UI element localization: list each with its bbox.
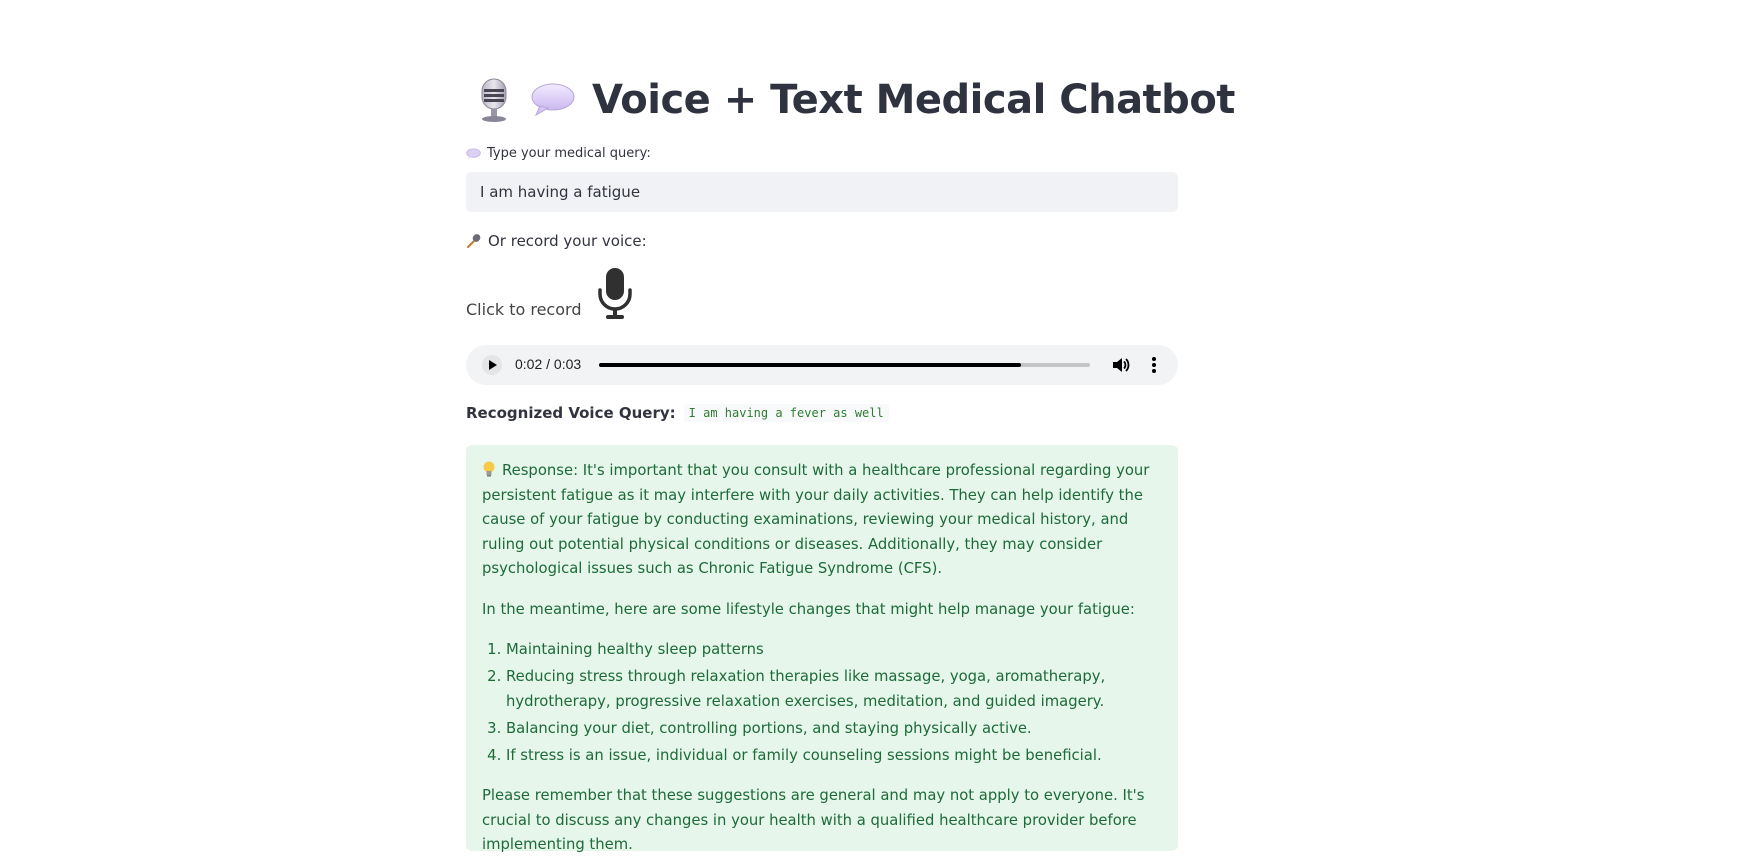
recognized-query-value: I am having a fever as well <box>683 404 889 422</box>
list-item: Maintaining healthy sleep patterns <box>506 638 1162 663</box>
text-query-label: Type your medical query: <box>466 146 651 161</box>
record-microphone-button[interactable] <box>595 268 635 320</box>
microphone-icon <box>467 234 481 248</box>
speech-bubble-icon <box>466 147 481 159</box>
page-title: Voice + Text Medical Chatbot <box>592 77 1235 123</box>
recognized-query: Recognized Voice Query: I am having a fe… <box>466 404 889 422</box>
record-prompt: Click to record <box>466 299 582 319</box>
recognized-query-label: Recognized Voice Query: <box>466 404 676 422</box>
volume-icon[interactable] <box>1111 355 1131 375</box>
studio-microphone-icon <box>481 78 507 122</box>
text-query-label-text: Type your medical query: <box>487 146 651 161</box>
list-item: If stress is an issue, individual or fam… <box>506 744 1162 769</box>
list-item: Reducing stress through relaxation thera… <box>506 665 1162 714</box>
audio-seek-bar[interactable] <box>599 363 1090 367</box>
response-closing: Please remember that these suggestions a… <box>482 787 1145 853</box>
audio-time: 0:02 / 0:03 <box>515 356 582 372</box>
more-options-icon[interactable] <box>1144 355 1164 375</box>
voice-record-label-text: Or record your voice: <box>488 232 647 250</box>
light-bulb-icon <box>483 461 495 477</box>
list-item: Balancing your diet, controlling portion… <box>506 717 1162 742</box>
response-intro-paragraph: Response: It's important that you consul… <box>482 459 1162 582</box>
response-lead: In the meantime, here are some lifestyle… <box>482 600 1135 618</box>
response-list: Maintaining healthy sleep patterns Reduc… <box>482 638 1162 768</box>
play-icon[interactable] <box>482 355 502 375</box>
response-intro: Response: It's important that you consul… <box>482 462 1150 577</box>
speech-bubble-icon <box>531 83 575 117</box>
voice-record-label: Or record your voice: <box>466 232 647 250</box>
audio-player: 0:02 / 0:03 <box>466 345 1178 385</box>
page-title-row: Voice + Text Medical Chatbot <box>476 70 1235 130</box>
medical-query-value: I am having a fatigue <box>480 183 641 201</box>
record-widget: Click to record <box>466 268 635 320</box>
audio-seek-progress <box>599 363 1022 367</box>
medical-query-input[interactable]: I am having a fatigue <box>466 172 1178 212</box>
response-box: Response: It's important that you consul… <box>466 445 1178 853</box>
